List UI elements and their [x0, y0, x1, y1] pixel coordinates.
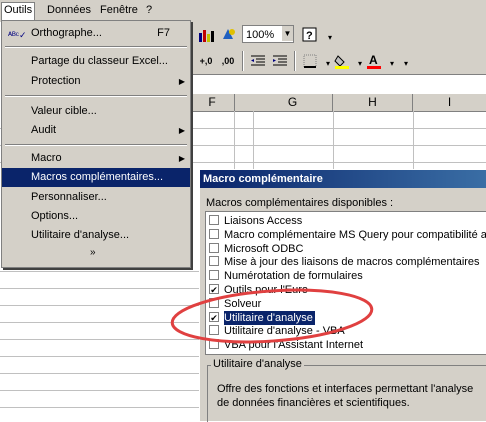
menu-item-personnaliser[interactable]: Personnaliser... [2, 188, 190, 207]
menu-help[interactable]: ? [146, 4, 152, 16]
menu-fenetre[interactable]: Fenêtre [100, 4, 138, 16]
addin-row[interactable]: Mise à jour des liaisons de macros compl… [206, 255, 486, 269]
menu-item-label: Options... [31, 210, 79, 222]
borders-icon[interactable] [300, 51, 320, 71]
menu-item-label: Audit [31, 124, 57, 136]
menu-item-label: Partage du classeur Excel... [31, 55, 168, 67]
formula-bar[interactable] [190, 74, 486, 95]
menu-bar: Outils Données Fenêtre ? [0, 0, 486, 23]
addin-checkbox[interactable] [209, 242, 219, 253]
standard-toolbar: 100% ▼ ? ▾ [190, 22, 486, 48]
decrease-decimal-icon[interactable]: ,00 [218, 51, 238, 71]
addin-row[interactable]: Numérotation de formulaires [206, 269, 486, 283]
menu-item-valeur-cible[interactable]: Valeur cible... [2, 102, 190, 121]
menu-separator [5, 46, 187, 48]
column-header-h[interactable]: H [333, 94, 413, 111]
spelling-icon: ᴬᴮᶜ✓ [8, 30, 27, 40]
column-headers: F G H I [190, 94, 486, 112]
increase-indent-icon[interactable] [270, 51, 290, 71]
menu-item-protection[interactable]: Protection ▶ [2, 72, 190, 91]
font-color-icon[interactable]: A [364, 51, 384, 71]
menu-item-utilitaire-analyse[interactable]: Utilitaire d'analyse... [2, 226, 190, 245]
drawing-icon[interactable] [218, 25, 238, 45]
svg-text:A: A [369, 53, 378, 67]
addin-name: Mise à jour des liaisons de macros compl… [224, 256, 480, 269]
submenu-arrow-icon: ▶ [178, 154, 185, 163]
menu-item-audit[interactable]: Audit ▶ [2, 121, 190, 140]
menu-item-label: Macros complémentaires... [31, 171, 164, 183]
submenu-arrow-icon: ▶ [178, 126, 185, 135]
addin-row[interactable]: Microsoft ODBC [206, 242, 486, 256]
addin-checkbox[interactable] [209, 228, 219, 239]
addin-checkbox[interactable] [209, 256, 219, 267]
menu-item-label: Macro [31, 152, 62, 164]
menu-item-label: Valeur cible... [31, 105, 97, 117]
menu-item-options[interactable]: Options... [2, 207, 190, 226]
dialog-title: Macro complémentaire [200, 170, 486, 188]
chart-wizard-icon[interactable] [196, 25, 216, 45]
zoom-dropdown-icon[interactable]: ▼ [282, 26, 293, 41]
decrease-indent-icon[interactable] [248, 51, 268, 71]
outils-menu: ᴬᴮᶜ✓ Orthographe... F7 Partage du classe… [1, 20, 191, 268]
addin-row[interactable]: Liaisons Access [206, 214, 486, 228]
expand-menu-icon[interactable]: » [90, 247, 96, 258]
description-group-label: Utilitaire d'analyse [211, 358, 304, 370]
column-header-f[interactable]: F [190, 94, 235, 111]
column-header-i[interactable]: I [413, 94, 486, 111]
toolbar-options-icon[interactable]: ▾ [396, 53, 416, 73]
help-icon[interactable]: ? [300, 25, 320, 45]
addin-description: Offre des fonctions et interfaces permet… [217, 383, 474, 409]
menu-item-label: Utilitaire d'analyse... [31, 229, 130, 241]
addin-row[interactable]: Macro complémentaire MS Query pour compa… [206, 228, 486, 242]
menu-item-label: Protection [31, 75, 81, 87]
menu-item-label: Personnaliser... [31, 191, 107, 203]
submenu-arrow-icon: ▶ [178, 77, 185, 86]
menu-item-label: Orthographe... [31, 27, 102, 39]
menu-donnees[interactable]: Données [47, 4, 91, 16]
menu-item-partage[interactable]: Partage du classeur Excel... [2, 52, 190, 71]
addin-name: Macro complémentaire MS Query pour compa… [224, 228, 486, 241]
menu-item-orthographe[interactable]: ᴬᴮᶜ✓ Orthographe... F7 [2, 24, 190, 43]
addin-name: Microsoft ODBC [224, 242, 304, 255]
formatting-toolbar: +,0 ,00 ▾ ▾ A ▾ ▾ [190, 48, 486, 74]
menu-separator [5, 95, 187, 97]
description-group: Utilitaire d'analyse Offre des fonctions… [207, 358, 486, 422]
increase-decimal-icon[interactable]: +,0 [196, 51, 216, 71]
highlight-ellipse [170, 288, 374, 344]
addin-name: Numérotation de formulaires [224, 270, 363, 283]
addins-list-label: Macros complémentaires disponibles : [206, 197, 394, 209]
toolbar-options-icon[interactable]: ▾ [320, 27, 340, 47]
column-header-g[interactable]: G [253, 94, 333, 111]
menu-item-shortcut: F7 [157, 27, 170, 39]
menu-item-macros-complementaires[interactable]: Macros complémentaires... [2, 168, 190, 187]
menu-item-macro[interactable]: Macro ▶ [2, 149, 190, 168]
svg-text:?: ? [306, 30, 313, 42]
addin-checkbox[interactable] [209, 215, 219, 225]
toolbar-separator [294, 51, 296, 71]
addin-name: Liaisons Access [224, 215, 303, 227]
menu-separator [5, 144, 187, 146]
addin-checkbox[interactable] [209, 270, 219, 281]
fill-color-icon[interactable] [332, 51, 352, 71]
toolbar-separator [242, 51, 244, 71]
